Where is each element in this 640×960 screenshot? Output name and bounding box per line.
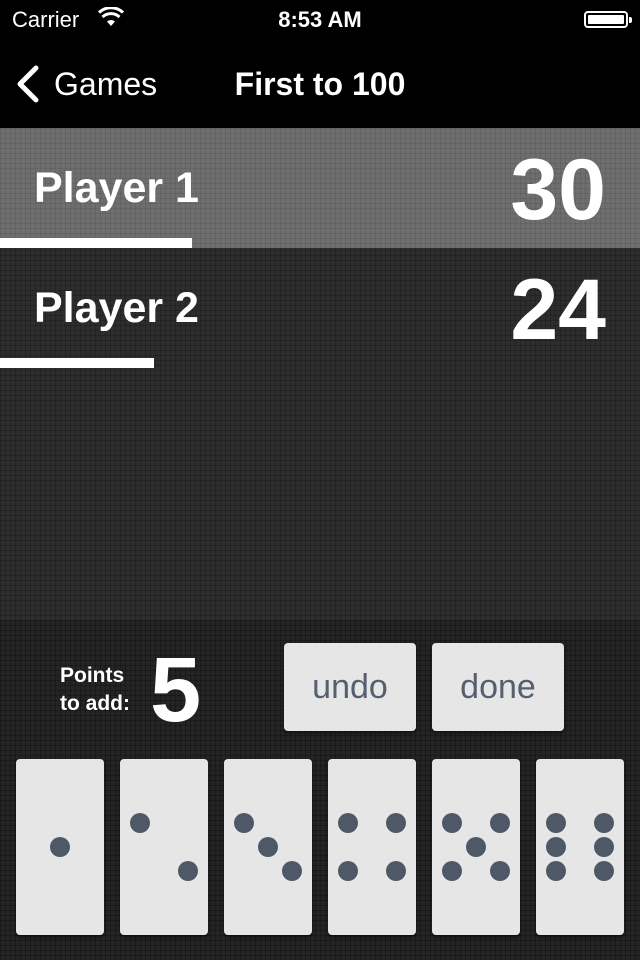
score-entry-panel: Points to add: 5 undo done — [0, 620, 640, 960]
domino-pip — [594, 813, 614, 833]
player-row-1[interactable]: Player 1 30 — [0, 128, 640, 248]
domino-four-button[interactable] — [328, 759, 416, 935]
domino-five-button[interactable] — [432, 759, 520, 935]
domino-pip — [546, 837, 566, 857]
navigation-bar: Games First to 100 — [0, 40, 640, 128]
domino-pip — [442, 813, 462, 833]
points-label-line1: Points — [60, 664, 125, 687]
domino-pip — [594, 837, 614, 857]
page-title: First to 100 — [234, 66, 406, 102]
domino-three-button[interactable] — [224, 759, 312, 935]
domino-pip — [282, 861, 302, 881]
domino-pip — [130, 813, 150, 833]
domino-two-button[interactable] — [120, 759, 208, 935]
domino-pip — [546, 861, 566, 881]
clock: 8:53 AM — [278, 7, 362, 32]
domino-pip — [386, 813, 406, 833]
domino-pip — [546, 813, 566, 833]
player-progress-bar — [0, 238, 192, 248]
battery-icon — [584, 11, 632, 28]
domino-pip — [466, 837, 486, 857]
domino-pip — [50, 837, 70, 857]
points-label-line2: to add: — [60, 692, 130, 715]
player-score: 24 — [510, 262, 606, 358]
domino-pip — [234, 813, 254, 833]
domino-pip — [594, 861, 614, 881]
player-name: Player 1 — [34, 164, 199, 212]
domino-pip — [490, 861, 510, 881]
player-name: Player 2 — [34, 284, 199, 332]
points-to-add-value: 5 — [150, 639, 202, 741]
domino-pip — [490, 813, 510, 833]
player-row-2[interactable]: Player 2 24 — [0, 248, 640, 368]
status-bar: Carrier 8:53 AM — [0, 0, 640, 40]
domino-pip — [386, 861, 406, 881]
domino-pip — [442, 861, 462, 881]
domino-pip — [178, 861, 198, 881]
player-progress-bar — [0, 358, 154, 368]
domino-six-button[interactable] — [536, 759, 624, 935]
done-button[interactable]: done — [432, 643, 564, 731]
domino-one-button[interactable] — [16, 759, 104, 935]
points-to-add-label: Points to add: — [60, 662, 130, 718]
domino-pip — [258, 837, 278, 857]
undo-button[interactable]: undo — [284, 643, 416, 731]
player-score: 30 — [510, 142, 606, 238]
domino-pip — [338, 861, 358, 881]
domino-pip — [338, 813, 358, 833]
